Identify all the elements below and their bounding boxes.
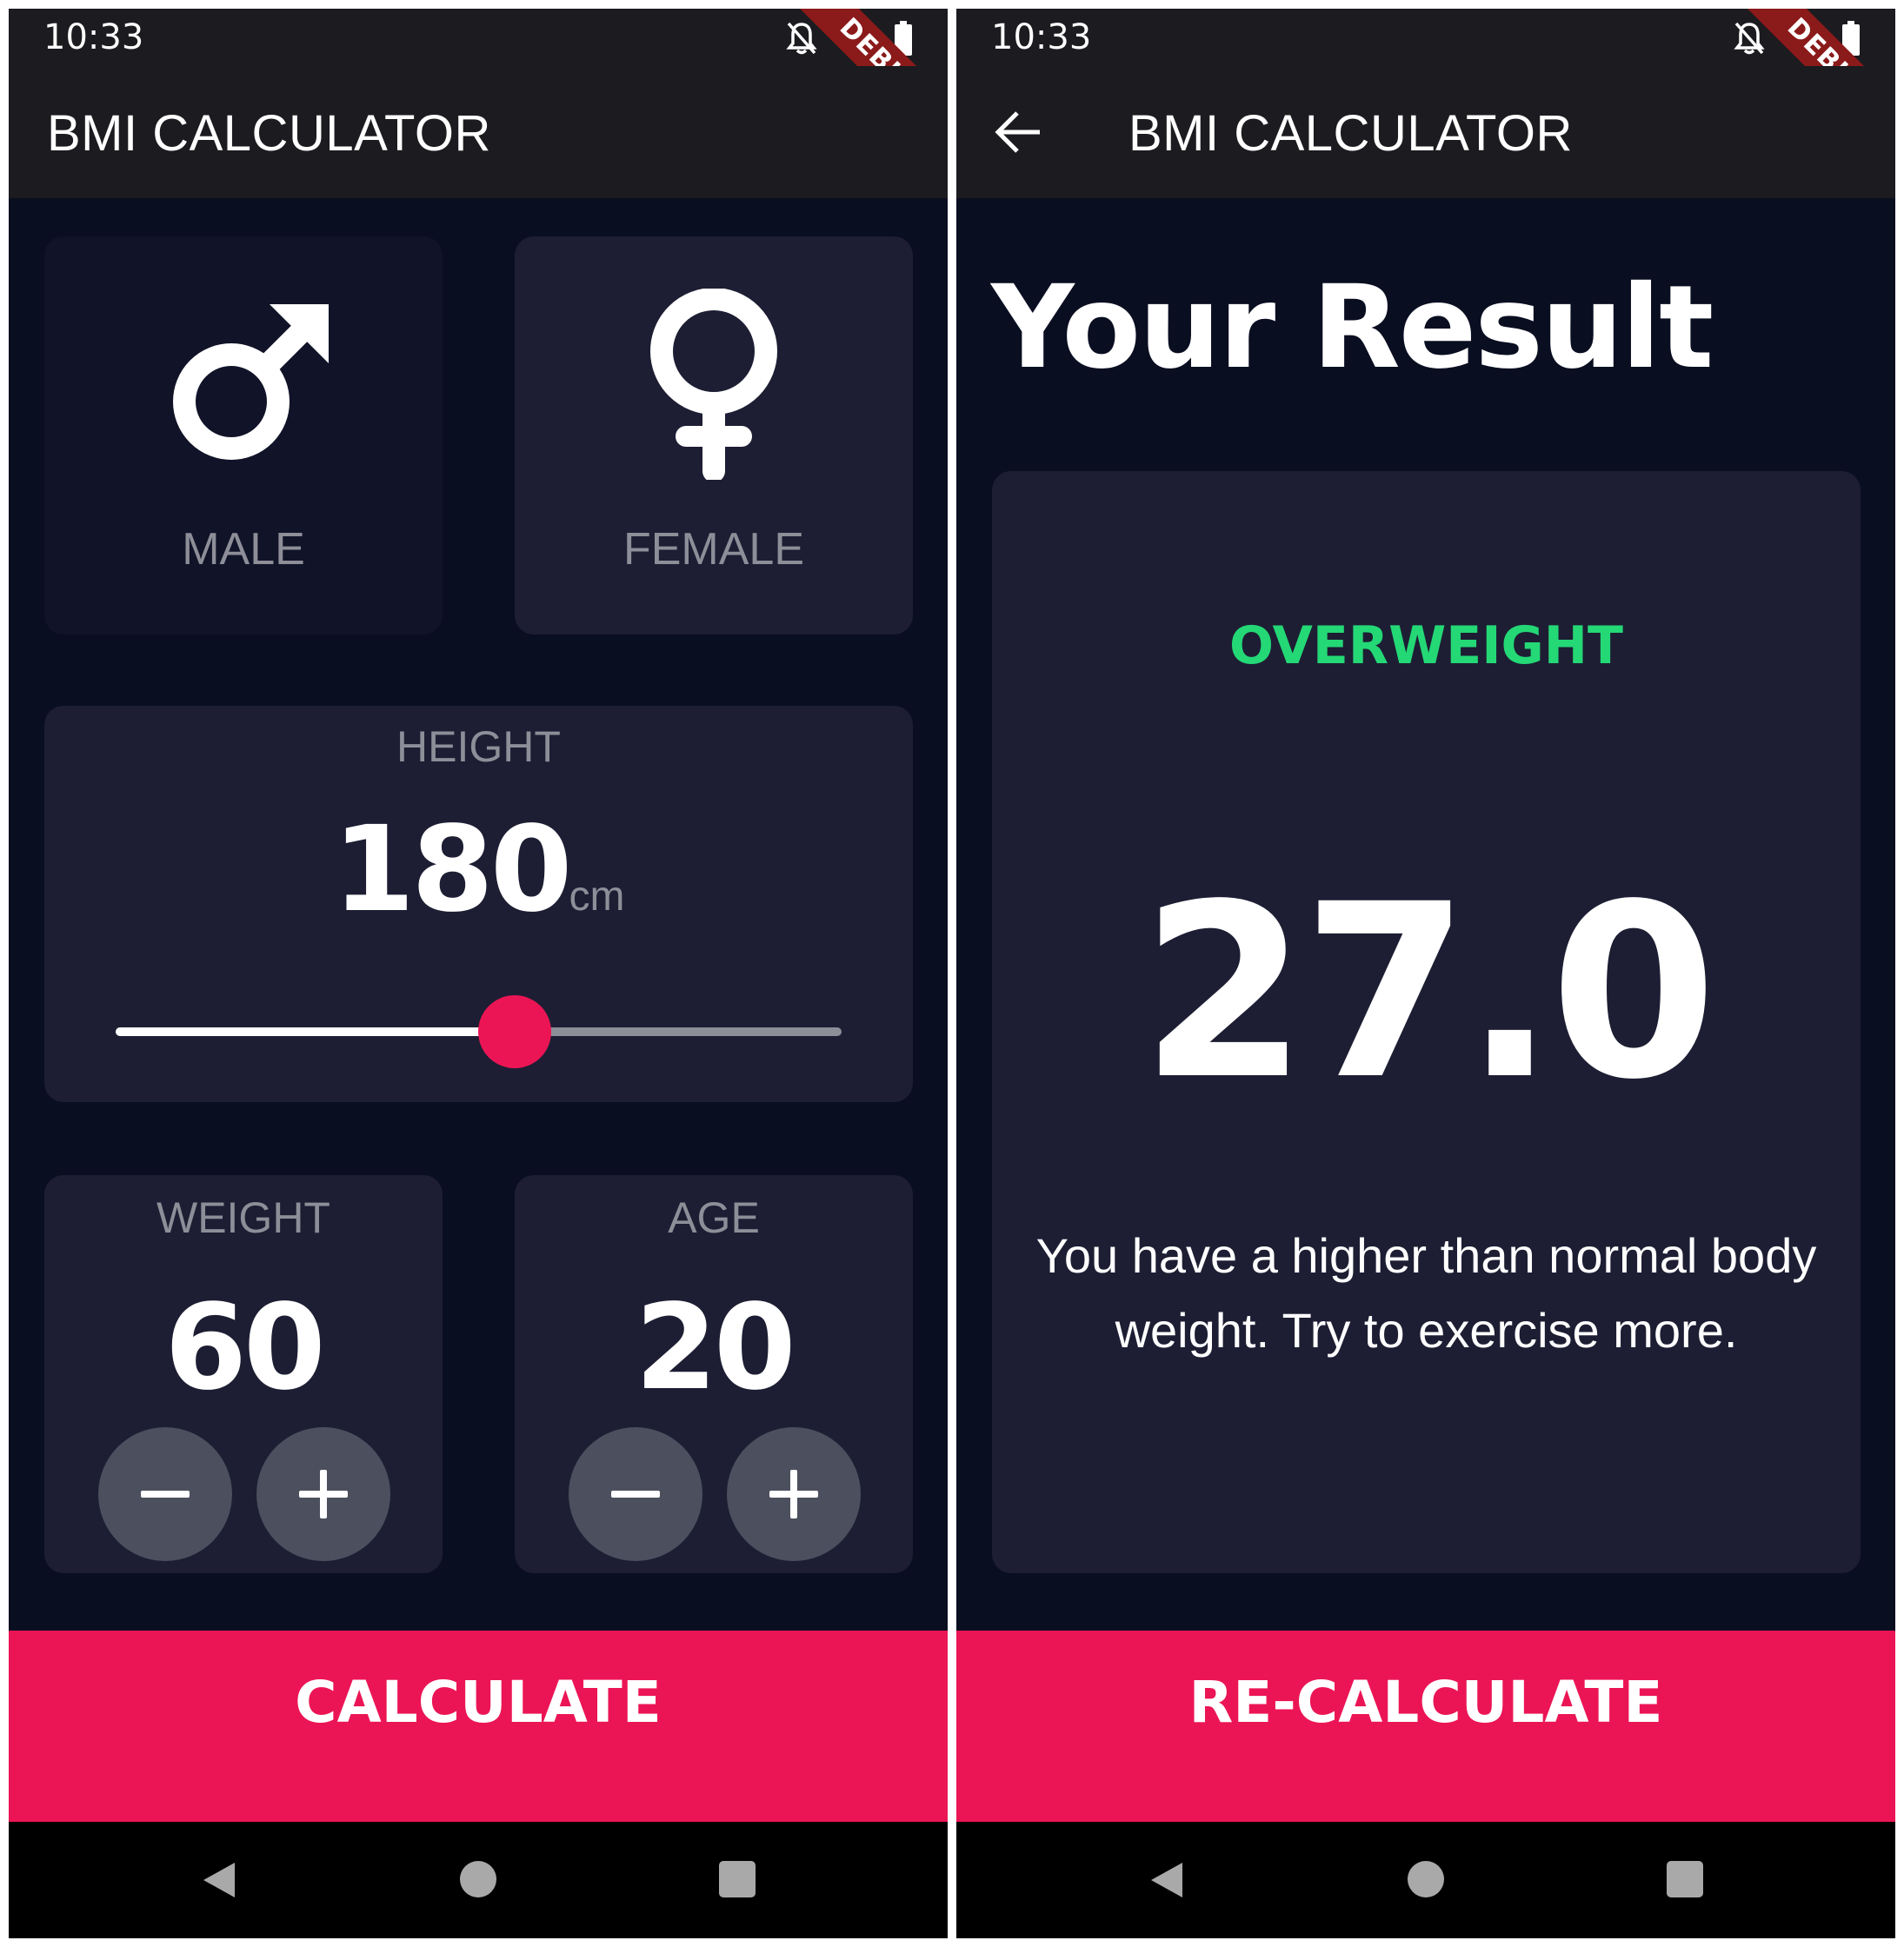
result-heading: Your Result — [991, 261, 1714, 395]
height-card: HEIGHT 180cm — [44, 706, 913, 1102]
app-bar: BMI CALCULATOR — [956, 66, 1895, 198]
male-label: MALE — [182, 524, 305, 575]
notifications-off-icon — [1734, 22, 1765, 55]
nav-back-icon[interactable] — [200, 1861, 238, 1899]
result-screen: 10:33 DEBUG BMI CALCULATOR Your Result O… — [956, 9, 1895, 1938]
app-title: BMI CALCULATOR — [1128, 105, 1573, 162]
male-card[interactable]: MALE — [44, 236, 443, 635]
height-unit: cm — [569, 874, 625, 920]
age-label: AGE — [668, 1193, 760, 1242]
age-card: AGE 20 — [515, 1175, 913, 1573]
result-status: OVERWEIGHT — [1229, 615, 1623, 676]
male-symbol-icon — [173, 304, 329, 460]
age-value: 20 — [635, 1279, 796, 1417]
nav-home-icon[interactable] — [1408, 1861, 1444, 1897]
weight-card: WEIGHT 60 — [44, 1175, 443, 1573]
female-card[interactable]: FEMALE — [515, 236, 913, 635]
height-readout: 180cm — [44, 801, 913, 939]
calculate-label: CALCULATE — [295, 1669, 662, 1736]
input-screen: 10:33 DEBUG BMI CALCULATOR MALE FEMALE H… — [9, 9, 948, 1938]
age-increment-button[interactable] — [727, 1427, 861, 1561]
system-nav-bar — [9, 1822, 948, 1938]
system-nav-bar — [956, 1822, 1895, 1938]
weight-value: 60 — [164, 1279, 325, 1417]
nav-home-icon[interactable] — [460, 1861, 496, 1897]
recalculate-button[interactable]: RE-CALCULATE — [956, 1631, 1895, 1822]
nav-recents-icon[interactable] — [719, 1861, 756, 1897]
nav-recents-icon[interactable] — [1667, 1861, 1703, 1897]
slider-thumb[interactable] — [478, 995, 552, 1068]
status-time: 10:33 — [991, 17, 1092, 57]
status-bar: 10:33 — [9, 9, 948, 66]
height-slider[interactable] — [116, 995, 842, 1068]
height-value: 180 — [332, 801, 573, 939]
height-label: HEIGHT — [396, 722, 561, 771]
result-interpretation: You have a higher than normal body weigh… — [1035, 1228, 1817, 1358]
weight-label: WEIGHT — [156, 1193, 330, 1242]
app-title: BMI CALCULATOR — [47, 105, 491, 162]
minus-icon — [141, 1491, 190, 1498]
notifications-off-icon — [786, 22, 817, 55]
result-card: OVERWEIGHT 27.0 You have a higher than n… — [992, 471, 1861, 1573]
weight-decrement-button[interactable] — [98, 1427, 232, 1561]
minus-icon — [611, 1491, 660, 1498]
age-decrement-button[interactable] — [569, 1427, 702, 1561]
app-bar: BMI CALCULATOR — [9, 66, 948, 198]
female-symbol-icon — [650, 289, 777, 480]
female-label: FEMALE — [622, 524, 805, 575]
weight-increment-button[interactable] — [256, 1427, 390, 1561]
status-time: 10:33 — [43, 17, 144, 57]
calculate-button[interactable]: CALCULATE — [9, 1631, 948, 1822]
back-arrow-icon[interactable] — [991, 104, 1047, 160]
status-bar: 10:33 — [956, 9, 1895, 66]
slider-track-active — [116, 1027, 516, 1036]
nav-back-icon[interactable] — [1148, 1861, 1186, 1899]
recalculate-label: RE-CALCULATE — [1188, 1669, 1663, 1736]
bmi-value: 27.0 — [1141, 854, 1717, 1133]
